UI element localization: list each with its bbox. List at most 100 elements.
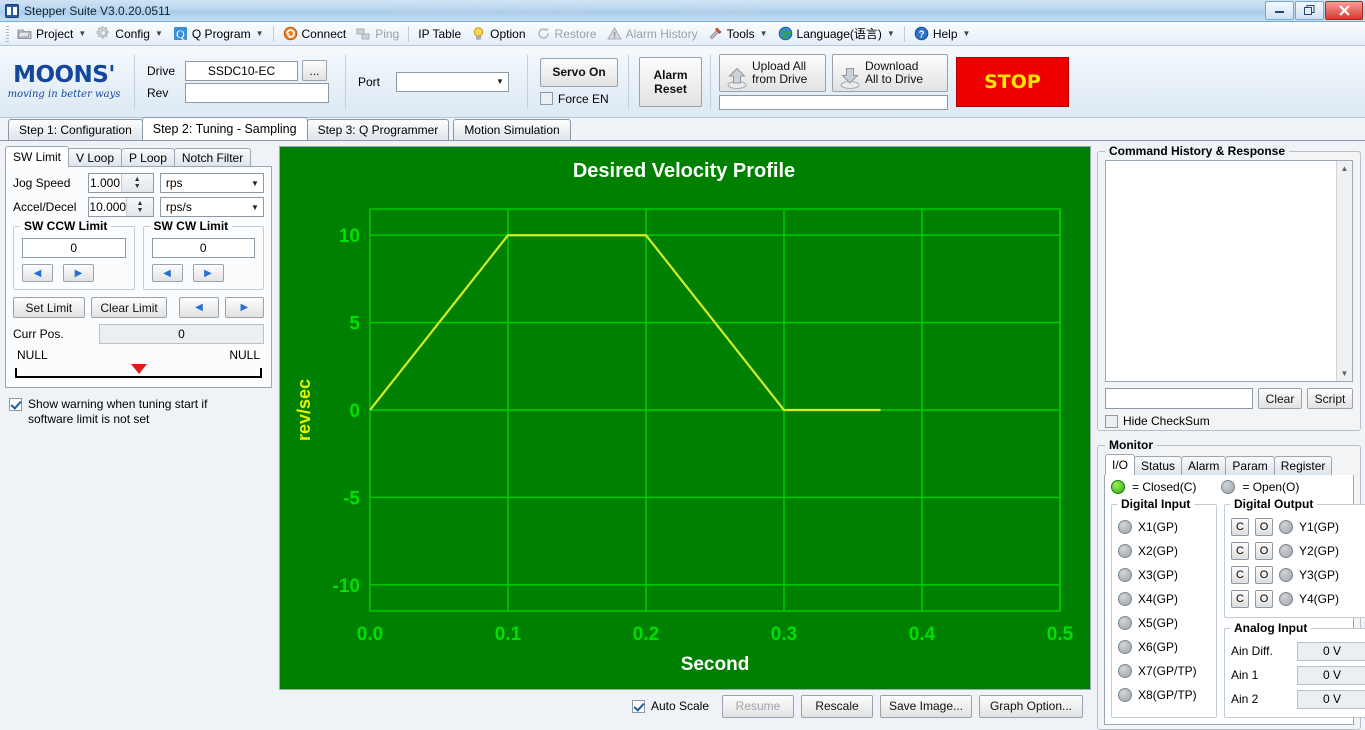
accel-decel-unit-select[interactable]: rps/s ▼ [159, 197, 264, 217]
main-content: SW Limit V Loop P Loop Notch Filter Jog … [0, 141, 1365, 730]
jog-speed-input[interactable]: 1.000 ▲ ▼ [88, 173, 154, 193]
sw-ccw-limit-input[interactable]: 0 [22, 238, 126, 258]
rev-input[interactable] [185, 83, 329, 103]
digital-output-open-button[interactable]: O [1255, 518, 1273, 536]
sw-cw-right-button[interactable]: ▶ [192, 264, 224, 282]
download-all-button[interactable]: Download All to Drive [832, 53, 948, 92]
jog-speed-unit-select[interactable]: rps ▼ [159, 173, 264, 193]
set-limit-button[interactable]: Set Limit [13, 297, 85, 318]
rescale-button[interactable]: Rescale [801, 694, 873, 718]
toolbar-item-restore[interactable]: Restore [531, 23, 602, 45]
show-warning-row[interactable]: Show warning when tuning start if softwa… [5, 397, 272, 427]
script-button[interactable]: Script [1307, 388, 1353, 409]
drive-input[interactable]: SSDC10-EC [185, 60, 298, 81]
globe-icon [778, 26, 793, 41]
toolbar-item-alarm-history[interactable]: Alarm History [602, 23, 703, 45]
minimize-button[interactable] [1265, 1, 1294, 20]
digital-output-open-button[interactable]: O [1255, 566, 1273, 584]
auto-scale-row[interactable]: Auto Scale [631, 699, 709, 713]
toolbar-item-q-program[interactable]: Q Q Program ▼ [168, 23, 269, 45]
tab-motion-simulation[interactable]: Motion Simulation [453, 119, 571, 140]
jog-left-button[interactable]: ◀ [179, 297, 219, 318]
accel-decel-stepper[interactable]: ▲ ▼ [126, 198, 153, 216]
toolbar-item-language[interactable]: Language(语言) ▼ [773, 23, 900, 45]
toolbar-item-ip-table[interactable]: IP Table [413, 23, 466, 45]
save-image-button[interactable]: Save Image... [880, 694, 972, 718]
accel-decel-input[interactable]: 10.000 ▲ ▼ [88, 197, 154, 217]
tab-step3-q-programmer[interactable]: Step 3: Q Programmer [306, 119, 450, 140]
digital-output-open-button[interactable]: O [1255, 590, 1273, 608]
jog-speed-stepper[interactable]: ▲ ▼ [120, 174, 153, 192]
alarm-reset-button[interactable]: Alarm Reset [639, 56, 702, 107]
upload-all-button[interactable]: Upload All from Drive [719, 53, 826, 92]
tab-p-loop[interactable]: P Loop [121, 148, 175, 167]
toolbar-grip[interactable] [6, 25, 9, 42]
tab-register[interactable]: Register [1273, 456, 1333, 475]
digital-output-close-button[interactable]: C [1231, 590, 1249, 608]
tab-step1-configuration[interactable]: Step 1: Configuration [8, 119, 143, 140]
digital-output-list: C O Y1(GP) C O Y2(GP) C O Y3(GP) C O Y4(GP) [1231, 515, 1365, 611]
force-en-checkbox[interactable] [540, 92, 553, 105]
divider [345, 54, 346, 109]
velocity-profile-chart[interactable]: Desired Velocity Profile 10 5 0 -5 -10 0.0 0.1 0… [279, 146, 1091, 690]
command-history-log[interactable]: ▲ ▼ [1105, 160, 1353, 382]
toolbar-label-connect: Connect [301, 26, 347, 41]
digital-output-close-button[interactable]: C [1231, 542, 1249, 560]
jog-speed-value: 1.000 [89, 176, 121, 190]
graph-option-button[interactable]: Graph Option... [979, 694, 1083, 718]
jog-speed-label: Jog Speed [13, 176, 71, 190]
sw-ccw-left-button[interactable]: ◀ [22, 264, 53, 282]
toolbar-item-help[interactable]: ? Help ▼ [909, 23, 976, 45]
close-button[interactable] [1325, 1, 1363, 20]
force-en-row[interactable]: Force EN [540, 92, 618, 106]
curr-pos-value: 0 [99, 324, 264, 344]
digital-output-title: Digital Output [1230, 497, 1318, 511]
show-warning-checkbox[interactable] [9, 398, 22, 411]
toolbar-item-option[interactable]: Option [466, 23, 530, 45]
restore-button[interactable] [1295, 1, 1324, 20]
hide-checksum-checkbox[interactable] [1105, 414, 1118, 428]
clear-limit-button[interactable]: Clear Limit [90, 297, 168, 318]
tab-step2-tuning-sampling[interactable]: Step 2: Tuning - Sampling [141, 117, 308, 140]
tab-alarm[interactable]: Alarm [1181, 456, 1227, 475]
tab-io[interactable]: I/O [1105, 454, 1136, 475]
servo-on-button[interactable]: Servo On [540, 57, 618, 87]
command-input[interactable] [1105, 388, 1253, 409]
graph-area: Desired Velocity Profile 10 5 0 -5 -10 0.0 0.1 0… [276, 141, 1097, 722]
resume-button[interactable]: Resume [722, 694, 794, 718]
toolbar-item-ping[interactable]: Ping [351, 23, 404, 45]
digital-output-close-button[interactable]: C [1231, 518, 1249, 536]
tab-status[interactable]: Status [1134, 456, 1183, 475]
digital-output-row: C O Y2(GP) [1231, 539, 1365, 563]
analog-input-list: Ain Diff. 0 V Ain 1 0 V Ain 2 0 V [1231, 639, 1365, 711]
app-icon [5, 3, 19, 18]
toolbar-item-connect[interactable]: Connect [278, 23, 352, 45]
digital-output-group: Digital Output C O Y1(GP) C O Y2(GP) C O Y3(GP) C… [1224, 497, 1365, 618]
jog-speed-row: Jog Speed 1.000 ▲ ▼ rps ▼ [13, 173, 264, 193]
tab-sw-limit[interactable]: SW Limit [5, 146, 69, 167]
rev-label: Rev [147, 86, 169, 100]
scroll-up-icon[interactable]: ▲ [1337, 161, 1352, 176]
digital-output-open-button[interactable]: O [1255, 542, 1273, 560]
digital-output-close-button[interactable]: C [1231, 566, 1249, 584]
sw-cw-left-button[interactable]: ◀ [151, 264, 183, 282]
tab-v-loop[interactable]: V Loop [68, 148, 123, 167]
hide-checksum-row[interactable]: Hide CheckSum [1105, 414, 1353, 428]
analog-input-label: Ain 1 [1231, 668, 1259, 682]
toolbar-item-tools[interactable]: Tools ▼ [703, 23, 773, 45]
sw-ccw-right-button[interactable]: ▶ [63, 264, 94, 282]
tab-param[interactable]: Param [1225, 456, 1275, 475]
tab-notch-filter[interactable]: Notch Filter [173, 148, 252, 167]
digital-output-row: C O Y1(GP) [1231, 515, 1365, 539]
stop-button[interactable]: STOP [956, 56, 1069, 107]
jog-right-button[interactable]: ▶ [224, 297, 264, 318]
drive-browse-button[interactable]: ... [302, 60, 327, 81]
command-history-scrollbar[interactable]: ▲ ▼ [1336, 161, 1352, 381]
port-select[interactable]: ▼ [396, 71, 509, 92]
scroll-down-icon[interactable]: ▼ [1337, 366, 1352, 381]
auto-scale-checkbox[interactable] [631, 699, 645, 713]
toolbar-item-project[interactable]: Project ▼ [12, 23, 91, 45]
clear-button[interactable]: Clear [1258, 388, 1302, 409]
toolbar-item-config[interactable]: Config ▼ [91, 23, 168, 45]
sw-cw-limit-input[interactable]: 0 [151, 238, 255, 258]
